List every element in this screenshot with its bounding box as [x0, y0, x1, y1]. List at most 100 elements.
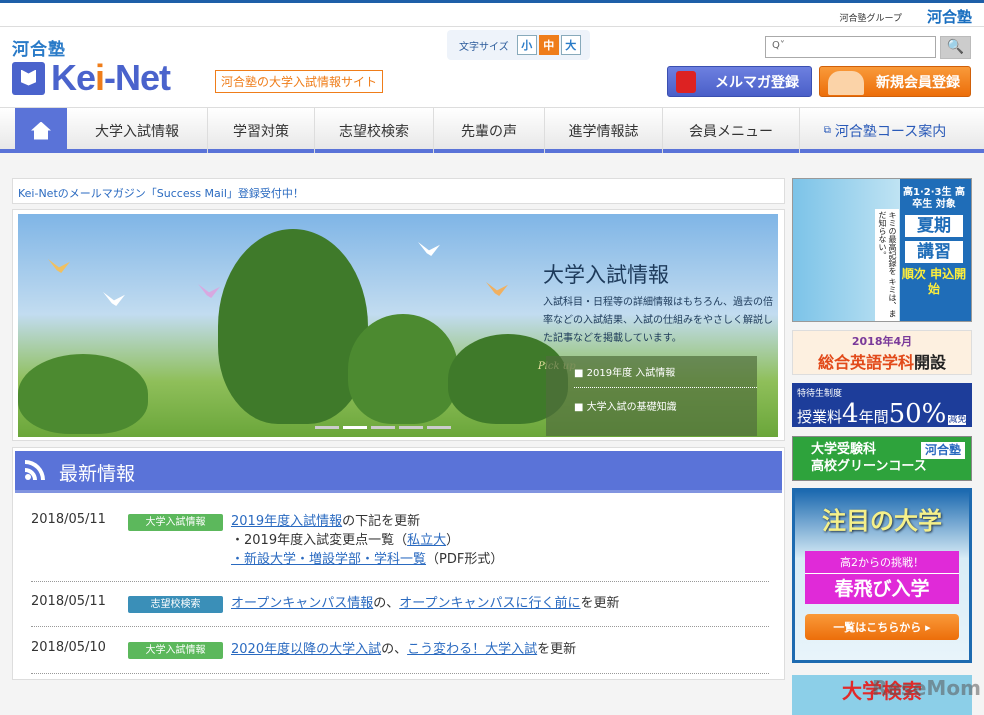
news-text: の、	[373, 596, 400, 611]
ad-status: 順次 申込開始	[901, 267, 967, 296]
ad-brand: 河合塾	[920, 442, 965, 459]
book-icon	[12, 61, 45, 95]
header: 河合塾 Kei-Net 河合塾の大学入試情報サイト 文字サイズ 小 中 大 Q˅…	[0, 27, 984, 107]
ad-featured-university[interactable]: 注目の大学 高2からの挑戦！ 春飛び入学 一覧はこちらから ▸	[792, 488, 972, 663]
news-category-tag[interactable]: 志望校検索	[128, 596, 223, 613]
font-size-selector: 文字サイズ 小 中 大	[447, 30, 590, 60]
ad-pct: 50%	[888, 399, 947, 429]
news-text: の下記を更新	[342, 514, 421, 529]
font-size-large[interactable]: 大	[560, 35, 581, 55]
font-size-label: 文字サイズ	[459, 41, 509, 53]
register-button[interactable]: 新規会員登録	[819, 66, 971, 97]
hero-title: 大学入試情報	[543, 263, 669, 287]
carousel-dot[interactable]	[427, 426, 451, 429]
news-text: を更新	[537, 642, 577, 657]
ad-line: 高校グリーンコース	[811, 459, 927, 474]
pickup-box: ■ 2019年度 入試情報 ■ 大学入試の基礎知識	[546, 356, 757, 436]
watermark: ReseMom	[872, 676, 981, 700]
group-brand-link[interactable]: 河合塾	[927, 6, 972, 27]
carousel-dot[interactable]	[399, 426, 423, 429]
group-bar: 河合塾グループ 河合塾	[0, 3, 984, 27]
mail-magazine-button[interactable]: メルマガ登録	[667, 66, 812, 97]
nav-seniors-voice[interactable]: 先輩の声	[434, 108, 545, 153]
font-size-small[interactable]: 小	[516, 35, 537, 55]
news-link[interactable]: こう変わる！大学入試	[407, 642, 537, 657]
group-label: 河合塾グループ	[839, 14, 902, 24]
students-icon	[828, 71, 864, 95]
news-link[interactable]: オープンキャンパスに行く前に	[399, 596, 580, 611]
main-nav: 大学入試情報 学習対策 志望校検索 先輩の声 進学情報誌 会員メニュー ⧉ 河合塾…	[0, 107, 984, 153]
news-header: 最新情報	[15, 451, 782, 493]
hero-description: 入試科目・日程等の詳細情報はもちろん、過去の倍率などの入試結果、入試の仕組みをや…	[543, 297, 773, 344]
news-link[interactable]: ・新設大学・増設学部・学科一覧	[231, 552, 426, 567]
news-link[interactable]: オープンキャンパス情報	[231, 596, 373, 611]
ad-suffix: 開設	[914, 353, 947, 372]
keinet-logo[interactable]: Kei-Net	[12, 57, 171, 99]
carousel-indicator	[315, 426, 451, 429]
news-row: 2018/05/10 大学入試情報 2020年度以降の大学入試の、こう変わる！大…	[31, 640, 769, 674]
news-date: 2018/05/11	[31, 512, 106, 527]
ad-small: 特待生制度	[797, 389, 843, 399]
home-icon	[31, 121, 51, 140]
ad-title: 講習	[905, 241, 963, 263]
ad-green-course[interactable]: 大学受験科 高校グリーンコース 河合塾	[792, 436, 972, 481]
carousel-dot[interactable]	[371, 426, 395, 429]
news-link[interactable]: 2020年度以降の大学入試	[231, 642, 381, 657]
site-tagline: 河合塾の大学入試情報サイト	[215, 70, 384, 93]
news-title: 最新情報	[59, 463, 136, 485]
ad-title: 注目の大学	[822, 507, 942, 535]
mailbox-icon	[676, 71, 696, 93]
carousel-dot[interactable]	[343, 426, 367, 429]
notice-link[interactable]: Kei-Netのメールマガジン「Success Mail」登録受付中！	[12, 178, 785, 204]
news-date: 2018/05/10	[31, 640, 106, 655]
rss-icon	[25, 460, 45, 480]
ad-text: 減免	[948, 415, 967, 425]
ad-scholarship[interactable]: 特待生制度 授業料4年間50% 減免	[792, 383, 972, 429]
logo-text: Ke	[51, 57, 96, 98]
ad-copy: キミの最高記録を キミは、まだ知らない。	[875, 209, 899, 321]
ad-date: 2018年4月	[851, 335, 913, 348]
news-row: 2018/05/11 大学入試情報 2019年度入試情報の下記を更新 ・2019…	[31, 512, 769, 582]
ad-summer-course[interactable]: キミの最高記録を キミは、まだ知らない。 高1·2·3生 高卒生 対象 夏期 講…	[792, 178, 972, 322]
news-panel: 最新情報 2018/05/11 大学入試情報 2019年度入試情報の下記を更新 …	[12, 447, 785, 680]
news-text: を更新	[580, 596, 620, 611]
font-size-medium[interactable]: 中	[538, 35, 559, 55]
search-input[interactable]: Q˅	[765, 36, 936, 58]
news-date: 2018/05/11	[31, 594, 106, 609]
search-button[interactable]: 🔍	[940, 36, 971, 59]
ad-target: 高1·2·3生 高卒生 対象	[903, 187, 965, 210]
news-category-tag[interactable]: 大学入試情報	[128, 514, 223, 531]
logo-text-i: i	[95, 57, 105, 98]
ad-name: 総合英語学科	[817, 353, 914, 372]
nav-school-search[interactable]: 志望校検索	[315, 108, 434, 153]
ad-main: 春飛び入学	[834, 578, 930, 600]
hero-image: 大学入試情報 入試科目・日程等の詳細情報はもちろん、過去の倍率などの入試結果、入…	[18, 214, 778, 437]
news-row: 2018/05/11 志望校検索 オープンキャンパス情報の、オープンキャンパスに…	[31, 594, 769, 627]
mail-button-label: メルマガ登録	[715, 74, 799, 91]
news-category-tag[interactable]: 大学入試情報	[128, 642, 223, 659]
ad-text: 年間	[858, 408, 889, 426]
nav-study[interactable]: 学習対策	[208, 108, 315, 153]
news-text: ）	[446, 533, 460, 548]
nav-member-menu[interactable]: 会員メニュー	[663, 108, 800, 153]
external-icon: ⧉	[823, 125, 831, 136]
nav-courses-label: 河合塾コース案内	[834, 123, 947, 140]
pickup-link[interactable]: ■ 大学入試の基礎知識	[574, 396, 757, 421]
news-link[interactable]: 2019年度入試情報	[231, 514, 342, 529]
pickup-link[interactable]: ■ 2019年度 入試情報	[574, 362, 757, 388]
hero-banner[interactable]: 大学入試情報 入試科目・日程等の詳細情報はもちろん、過去の倍率などの入試結果、入…	[12, 209, 785, 441]
nav-admissions[interactable]: 大学入試情報	[67, 108, 208, 153]
logo-text-net: -Net	[104, 57, 171, 98]
nav-courses[interactable]: ⧉ 河合塾コース案内	[800, 108, 970, 153]
news-link[interactable]: 私立大	[407, 533, 446, 548]
news-text: ・2019年度入試変更点一覧（	[231, 533, 408, 548]
news-text: の、	[381, 642, 408, 657]
ad-title: 夏期	[905, 215, 963, 237]
ad-english-dept[interactable]: 2018年4月 総合英語学科開設	[792, 330, 972, 375]
ad-num: 4	[842, 399, 859, 429]
nav-home[interactable]	[15, 108, 67, 153]
ad-list-button[interactable]: 一覧はこちらから ▸	[805, 614, 959, 640]
nav-magazine[interactable]: 進学情報誌	[545, 108, 663, 153]
ad-sub: 高2からの挑戦！	[805, 554, 959, 574]
carousel-dot[interactable]	[315, 426, 339, 429]
